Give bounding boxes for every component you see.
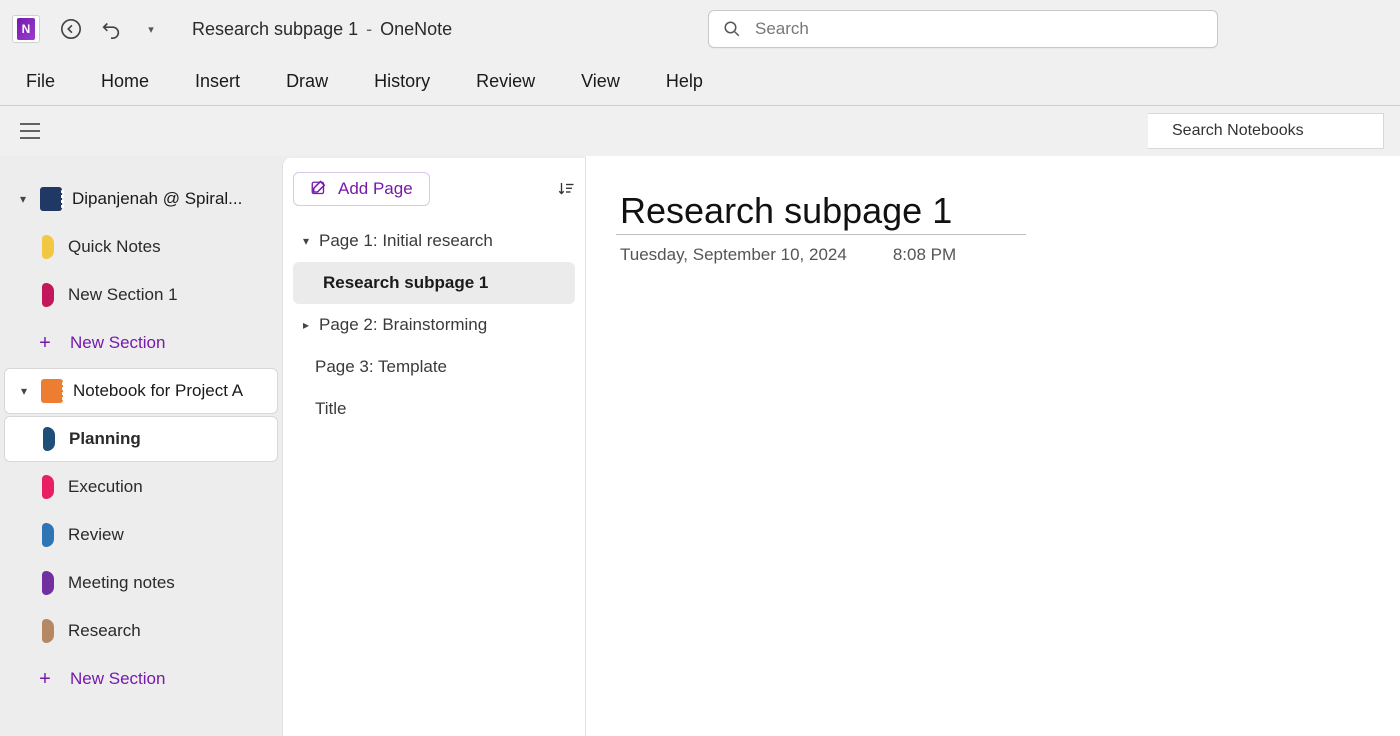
- menu-review[interactable]: Review: [470, 67, 541, 96]
- section-item[interactable]: Execution: [4, 464, 278, 510]
- search-notebooks[interactable]: [1148, 113, 1384, 149]
- chevron-down-icon: ▾: [17, 384, 31, 398]
- page-list-item[interactable]: Page 3: Template: [293, 346, 575, 388]
- sort-icon: [557, 180, 575, 198]
- notebook-name: Notebook for Project A: [73, 381, 243, 401]
- page-list-label: Page 2: Brainstorming: [319, 315, 487, 335]
- add-section-label: New Section: [70, 333, 165, 353]
- menubar: File Home Insert Draw History Review View Help: [0, 58, 1400, 106]
- page-list-label: Page 3: Template: [315, 357, 447, 377]
- notebook-item[interactable]: ▾ Dipanjenah @ Spiral...: [4, 176, 278, 222]
- app-icon: [12, 15, 40, 43]
- title-app: OneNote: [380, 19, 452, 40]
- add-page-button[interactable]: Add Page: [293, 172, 430, 206]
- page-meta: Tuesday, September 10, 2024 8:08 PM: [616, 245, 1370, 265]
- page-list-item[interactable]: Research subpage 1: [293, 262, 575, 304]
- main-area: ▾ Dipanjenah @ Spiral... Quick Notes New Se…: [0, 156, 1400, 736]
- nav-toggle-button[interactable]: [16, 117, 44, 145]
- sort-pages-button[interactable]: [557, 180, 575, 198]
- section-name: Meeting notes: [68, 573, 175, 593]
- notebook-item[interactable]: ▾ Notebook for Project A: [4, 368, 278, 414]
- section-color-icon: [42, 571, 54, 595]
- page-list-label: Research subpage 1: [323, 273, 488, 293]
- section-item[interactable]: Research: [4, 608, 278, 654]
- menu-view[interactable]: View: [575, 67, 626, 96]
- section-item[interactable]: Quick Notes: [4, 224, 278, 270]
- page-list-item[interactable]: ▸ Page 2: Brainstorming: [293, 304, 575, 346]
- notebook-icon: [40, 187, 62, 211]
- section-color-icon: [42, 235, 54, 259]
- section-item[interactable]: Meeting notes: [4, 560, 278, 606]
- section-name: Quick Notes: [68, 237, 161, 257]
- page-title-input[interactable]: Research subpage 1: [616, 188, 1026, 235]
- page-list-pane: Add Page ▾ Page 1: Initial research Resear…: [282, 158, 586, 736]
- section-name: Planning: [69, 429, 141, 449]
- subtoolbar: [0, 106, 1400, 156]
- page-list-item[interactable]: Title: [293, 388, 575, 430]
- section-item[interactable]: New Section 1: [4, 272, 278, 318]
- page-date[interactable]: Tuesday, September 10, 2024: [620, 245, 847, 265]
- title-separator: -: [366, 19, 372, 40]
- section-name: Research: [68, 621, 141, 641]
- section-color-icon: [42, 283, 54, 307]
- global-search-input[interactable]: [755, 19, 1203, 39]
- section-item[interactable]: Review: [4, 512, 278, 558]
- titlebar: ▾ Research subpage 1 - OneNote: [0, 0, 1400, 58]
- menu-help[interactable]: Help: [660, 67, 709, 96]
- notebook-sidebar: ▾ Dipanjenah @ Spiral... Quick Notes New Se…: [0, 156, 282, 736]
- chevron-down-icon[interactable]: ▾: [299, 234, 313, 248]
- add-section-label: New Section: [70, 669, 165, 689]
- page-canvas[interactable]: Research subpage 1 Tuesday, September 10…: [586, 156, 1400, 736]
- add-page-icon: [310, 180, 328, 198]
- notebook-icon: [41, 379, 63, 403]
- menu-file[interactable]: File: [20, 67, 61, 96]
- title-page: Research subpage 1: [192, 19, 358, 40]
- notebook-name: Dipanjenah @ Spiral...: [72, 189, 242, 209]
- section-color-icon: [42, 523, 54, 547]
- undo-button[interactable]: [94, 12, 128, 46]
- search-notebooks-input[interactable]: [1172, 122, 1379, 140]
- page-list-label: Page 1: Initial research: [319, 231, 493, 251]
- section-name: Review: [68, 525, 124, 545]
- chevron-down-icon: ▾: [16, 192, 30, 206]
- global-search[interactable]: [708, 10, 1218, 48]
- menu-draw[interactable]: Draw: [280, 67, 334, 96]
- page-list-item[interactable]: ▾ Page 1: Initial research: [293, 220, 575, 262]
- add-section-button[interactable]: + New Section: [4, 656, 278, 702]
- section-color-icon: [43, 427, 55, 451]
- customize-quick-access-dropdown[interactable]: ▾: [134, 12, 168, 46]
- plus-icon: +: [36, 332, 54, 355]
- menu-home[interactable]: Home: [95, 67, 155, 96]
- add-page-label: Add Page: [338, 179, 413, 199]
- menu-insert[interactable]: Insert: [189, 67, 246, 96]
- add-section-button[interactable]: + New Section: [4, 320, 278, 366]
- chevron-down-icon: ▾: [148, 23, 154, 36]
- section-name: New Section 1: [68, 285, 178, 305]
- section-color-icon: [42, 619, 54, 643]
- menu-history[interactable]: History: [368, 67, 436, 96]
- window-title: Research subpage 1 - OneNote: [192, 19, 452, 40]
- chevron-right-icon[interactable]: ▸: [299, 318, 313, 332]
- section-color-icon: [42, 475, 54, 499]
- page-list-label: Title: [315, 399, 347, 419]
- back-button[interactable]: [54, 12, 88, 46]
- plus-icon: +: [36, 668, 54, 691]
- section-name: Execution: [68, 477, 143, 497]
- search-icon: [723, 20, 741, 38]
- hamburger-icon: [20, 123, 40, 139]
- page-time[interactable]: 8:08 PM: [893, 245, 956, 265]
- section-item[interactable]: Planning: [4, 416, 278, 462]
